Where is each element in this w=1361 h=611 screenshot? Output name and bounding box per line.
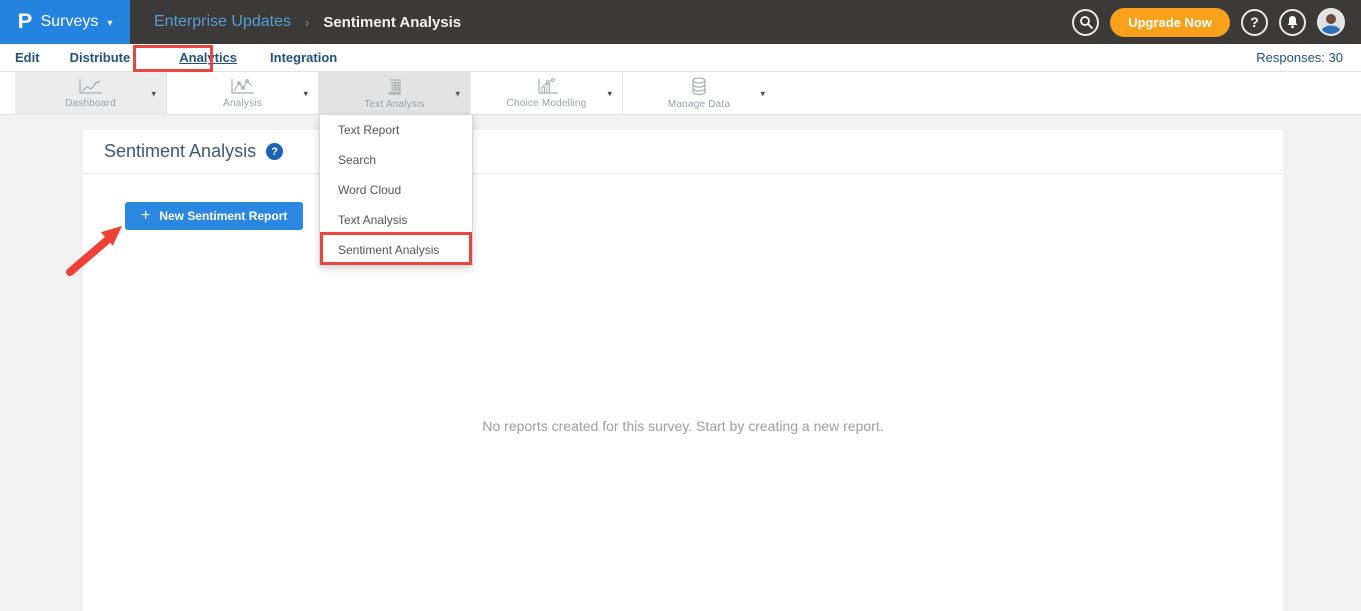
menu-item-search[interactable]: Search: [320, 145, 472, 175]
chevron-down-icon[interactable]: ▾: [303, 88, 308, 99]
search-icon: [1079, 15, 1093, 29]
questionpro-logo: P: [17, 10, 32, 34]
chevron-down-icon: ▾: [107, 18, 112, 29]
database-icon: [690, 77, 708, 96]
toolbar-dashboard-button[interactable]: Dashboard ▾: [15, 72, 167, 115]
scatter-line-chart-icon: [230, 78, 256, 95]
toolbar-choice-modelling-button[interactable]: Choice Modelling ▾: [471, 72, 623, 115]
toolbar-button-label: Manage Data: [668, 99, 730, 110]
menu-item-word-cloud[interactable]: Word Cloud: [320, 175, 472, 205]
text-report-icon: [385, 78, 405, 96]
surveys-app-switcher[interactable]: P Surveys ▾: [0, 0, 130, 44]
notifications-button[interactable]: [1279, 9, 1306, 36]
survey-nav: Edit Distribute Analytics Integration Re…: [0, 44, 1361, 72]
plus-icon: +: [141, 207, 150, 225]
line-chart-icon: [78, 78, 104, 95]
menu-item-text-analysis[interactable]: Text Analysis: [320, 205, 472, 235]
breadcrumb-survey-name[interactable]: Enterprise Updates: [154, 13, 291, 31]
menu-item-text-report[interactable]: Text Report: [320, 115, 472, 145]
chevron-down-icon[interactable]: ▾: [760, 88, 765, 99]
page-title: Sentiment Analysis: [104, 141, 256, 162]
toolbar-text-analysis-button[interactable]: Text Analysis ▾: [319, 72, 471, 115]
toolbar-analysis-button[interactable]: Analysis ▾: [167, 72, 319, 115]
toolbar-button-label: Choice Modelling: [507, 98, 587, 109]
user-avatar[interactable]: [1317, 8, 1345, 36]
chevron-down-icon[interactable]: ▾: [151, 88, 156, 99]
toolbar-manage-data-button[interactable]: Manage Data ▾: [623, 72, 775, 115]
toolbar-button-label: Analysis: [223, 98, 262, 109]
analytics-toolbar: Dashboard ▾ Analysis ▾ Text Analysis ▾: [0, 72, 1361, 115]
text-analysis-dropdown-menu: Text Report Search Word Cloud Text Analy…: [319, 114, 473, 266]
responses-count[interactable]: Responses: 30: [1256, 50, 1361, 65]
search-button[interactable]: [1072, 9, 1099, 36]
breadcrumb-separator-icon: ›: [305, 15, 309, 30]
chevron-down-icon[interactable]: ▾: [455, 88, 460, 99]
sentiment-analysis-panel: Sentiment Analysis ? + New Sentiment Rep…: [83, 130, 1283, 611]
breadcrumb: Enterprise Updates › Sentiment Analysis: [154, 13, 461, 31]
top-bar: P Surveys ▾ Enterprise Updates › Sentime…: [0, 0, 1361, 44]
toolbar-button-label: Dashboard: [65, 98, 116, 109]
upgrade-now-button[interactable]: Upgrade Now: [1110, 8, 1230, 37]
empty-state-message: No reports created for this survey. Star…: [83, 418, 1283, 434]
tab-analytics[interactable]: Analytics: [179, 50, 237, 65]
panel-header: Sentiment Analysis ?: [83, 130, 1283, 174]
new-sentiment-report-button[interactable]: + New Sentiment Report: [125, 202, 303, 230]
title-help-icon[interactable]: ?: [266, 143, 283, 160]
tab-edit[interactable]: Edit: [15, 50, 40, 65]
menu-item-sentiment-analysis[interactable]: Sentiment Analysis: [320, 235, 472, 265]
help-button[interactable]: ?: [1241, 9, 1268, 36]
question-mark-icon: ?: [1250, 14, 1259, 30]
product-name: Surveys: [41, 13, 99, 31]
tab-integration[interactable]: Integration: [270, 50, 337, 65]
bell-icon: [1286, 15, 1299, 29]
toolbar-button-label: Text Analysis: [364, 99, 424, 110]
new-report-button-label: New Sentiment Report: [159, 209, 287, 223]
breadcrumb-current-page: Sentiment Analysis: [323, 14, 461, 31]
tab-distribute[interactable]: Distribute: [70, 50, 131, 65]
chevron-down-icon[interactable]: ▾: [607, 88, 612, 99]
choice-modelling-chart-icon: [534, 78, 560, 95]
top-actions: Upgrade Now ?: [1072, 8, 1361, 37]
avatar-image: [1319, 10, 1343, 34]
